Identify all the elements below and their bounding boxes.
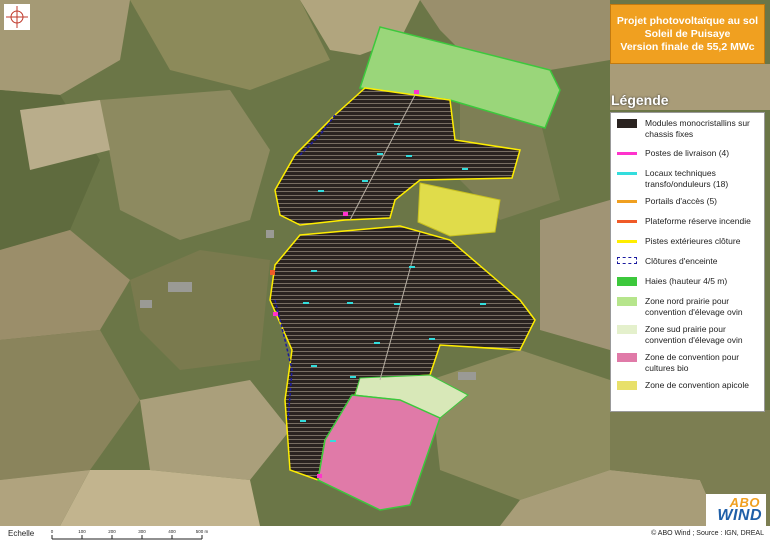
project-title-box: Projet photovoltaïque au sol Soleil de P… [610,4,765,64]
plateforme-incendie [270,270,275,275]
title-line-1: Projet photovoltaïque au sol [616,14,759,27]
field [540,200,610,350]
legend-label-zone_bio: Zone de convention pour cultures bio [645,352,740,373]
legend-item-portails: Portails d'accès (5) [617,196,760,216]
local-technique [377,153,383,155]
legend-swatch-zone_nord [617,297,637,306]
legend-item-zone_sud: Zone sud prairie pour convention d'éleva… [617,324,760,352]
local-technique [347,302,353,304]
legend-panel: Modules monocristallins sur chassis fixe… [610,112,765,412]
poste-livraison [414,90,419,94]
legend-label-zone_apicole: Zone de convention apicole [645,380,749,390]
legend-swatch-zone_bio [617,353,637,362]
legend-label-postes: Postes de livraison (4) [645,148,730,158]
legend-item-zone_apicole: Zone de convention apicole [617,380,760,400]
local-technique [318,190,324,192]
legend-swatch-haies [617,277,637,286]
local-technique [429,338,435,340]
local-technique [462,168,468,170]
legend-swatch-plateforme [617,220,637,223]
north-arrow [4,4,30,30]
local-technique [300,420,306,422]
legend-swatch-locaux [617,172,637,175]
legend-heading: Légende [611,92,669,108]
legend-swatch-postes [617,152,637,155]
legend-swatch-portails [617,200,637,203]
scale-tick-label: 100 [78,529,86,534]
legend-swatch-zone_sud [617,325,637,334]
poste-livraison [317,474,322,478]
field [60,470,260,526]
scale-tick-label: 200 [108,529,116,534]
legend-swatch-modules [617,119,637,128]
scale-bar: 0 100 200 300 400 500 m [51,529,208,540]
title-line-3: Version finale de 55,2 MWc [620,40,755,53]
local-technique [362,180,368,182]
legend-label-zone_sud: Zone sud prairie pour convention d'éleva… [645,324,743,345]
abo-wind-logo: ABO WIND [706,494,766,528]
compass-rose-icon [6,6,28,28]
legend-label-haies: Haies (hauteur 4/5 m) [645,276,728,286]
local-technique [330,440,336,442]
legend-label-locaux: Locaux techniques transfo/onduleurs (18) [645,168,729,189]
legend-label-pistes: Pistes extérieures clôture [645,236,741,246]
poste-livraison [343,212,348,216]
scale-tick-label: 500 m [196,529,208,534]
local-technique [303,302,309,304]
legend-swatch-zone_apicole [617,381,637,390]
title-line-2: Soleil de Puisaye [644,27,731,40]
logo-wind: WIND [717,507,762,524]
local-technique [406,155,412,157]
local-technique [374,342,380,344]
building [458,372,476,380]
legend-label-zone_nord: Zone nord prairie pour convention d'élev… [645,296,743,317]
legend-label-portails: Portails d'accès (5) [645,196,718,206]
poste-livraison [273,312,278,316]
legend-label-modules: Modules monocristallins sur chassis fixe… [645,118,750,139]
legend-item-locaux: Locaux techniques transfo/onduleurs (18) [617,168,760,196]
legend-swatch-clotures [617,257,637,264]
local-technique [311,365,317,367]
source-credit: © ABO Wind ; Source : IGN, DREAL [651,530,764,537]
legend-item-zone_bio: Zone de convention pour cultures bio [617,352,760,380]
local-technique [350,376,356,378]
local-technique [394,123,400,125]
building [266,230,274,238]
local-technique [409,266,415,268]
legend-item-clotures: Clôtures d'enceinte [617,256,760,276]
legend-label-plateforme: Plateforme réserve incendie [645,216,751,226]
legend-label-clotures: Clôtures d'enceinte [645,256,718,266]
legend-item-zone_nord: Zone nord prairie pour convention d'élev… [617,296,760,324]
legend-swatch-pistes [617,240,637,243]
scale-tick-label: 400 [168,529,176,534]
scale-label: Echelle [8,529,35,538]
building [168,282,192,292]
building [140,300,152,308]
legend-item-plateforme: Plateforme réserve incendie [617,216,760,236]
local-technique [480,303,486,305]
scale-tick-label: 300 [138,529,146,534]
legend-item-postes: Postes de livraison (4) [617,148,760,168]
scale-tick-label: 0 [51,529,54,534]
local-technique [311,270,317,272]
legend-item-modules: Modules monocristallins sur chassis fixe… [617,118,760,148]
legend-item-pistes: Pistes extérieures clôture [617,236,760,256]
local-technique [394,303,400,305]
legend-item-haies: Haies (hauteur 4/5 m) [617,276,760,296]
